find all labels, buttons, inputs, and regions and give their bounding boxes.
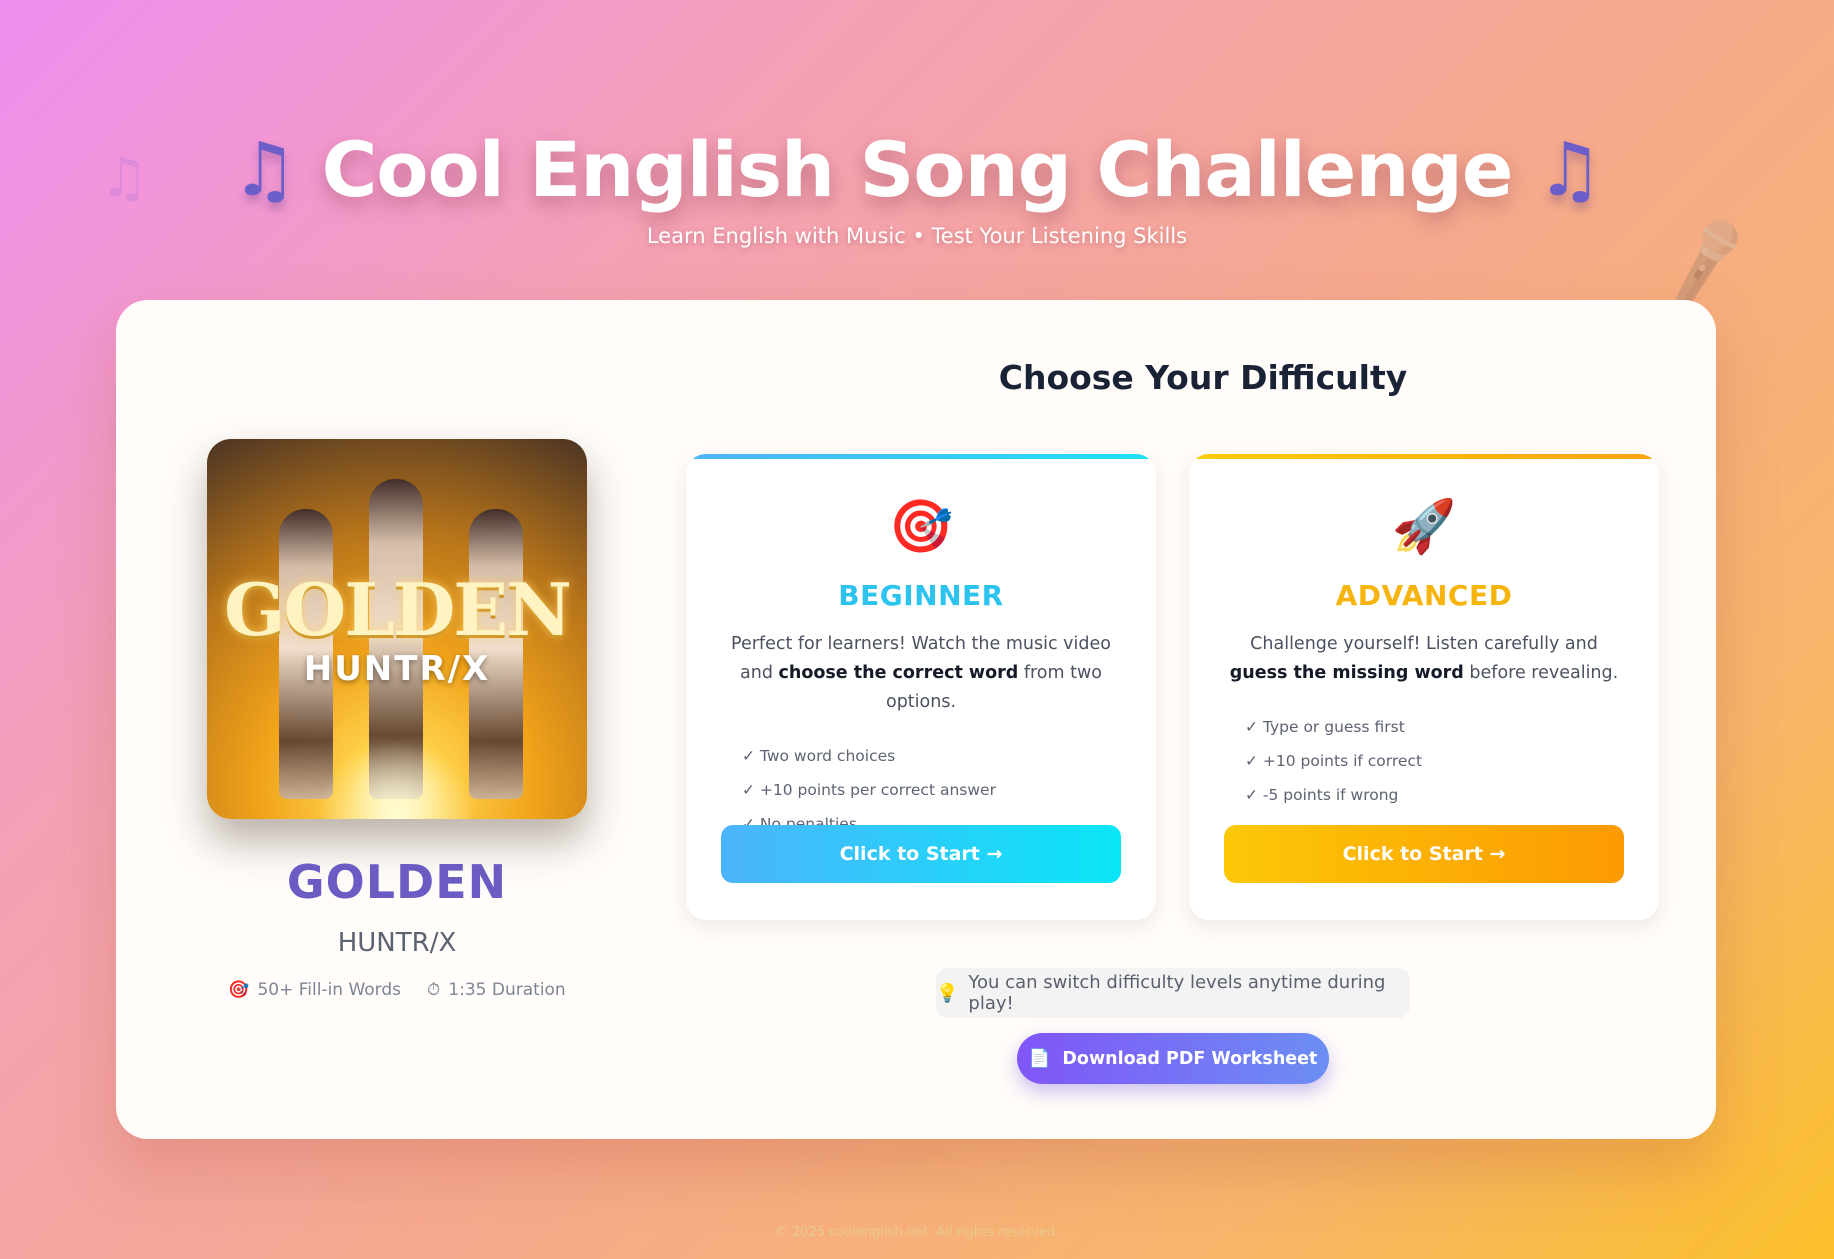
advanced-title: ADVANCED <box>1335 579 1513 612</box>
feature-item: ✓ +10 points if correct <box>1245 752 1423 770</box>
beginner-description-bold: choose the correct word <box>778 663 1019 683</box>
advanced-description: Challenge yourself! Listen carefully and… <box>1224 630 1624 688</box>
page-subtitle: Learn English with Music • Test Your Lis… <box>646 223 1188 248</box>
song-title: GOLDEN <box>286 855 508 909</box>
rocket-icon: 🚀 <box>1391 497 1457 557</box>
song-artist: HUNTR/X <box>337 928 457 958</box>
stopwatch-icon: ⏱ <box>427 980 441 1000</box>
tip-banner: 💡 You can switch difficulty levels anyti… <box>936 968 1410 1018</box>
download-pdf-label: Download PDF Worksheet <box>1062 1048 1318 1069</box>
song-meta: 🎯 50+ Fill-in Words ⏱ 1:35 Duration <box>207 980 587 1000</box>
advanced-start-button[interactable]: Click to Start → <box>1224 825 1624 883</box>
page-header: ♫ Cool English Song Challenge ♫ Learn En… <box>0 128 1834 248</box>
advanced-description-bold: guess the missing word <box>1229 663 1464 683</box>
feature-item: ✓ +10 points per correct answer <box>742 781 996 799</box>
title-row: ♫ Cool English Song Challenge ♫ <box>0 128 1834 212</box>
footer-copyright: © 2025 coolenglish.net. All rights reser… <box>774 1225 1060 1240</box>
tip-text: You can switch difficulty levels anytime… <box>968 972 1386 1014</box>
target-icon: 🎯 <box>228 980 250 1000</box>
advanced-accent-bar <box>1189 454 1659 459</box>
song-meta-words-label: 50+ Fill-in Words <box>257 980 402 1000</box>
document-icon: 📄 <box>1028 1048 1051 1069</box>
difficulty-heading: Choose Your Difficulty <box>998 358 1408 397</box>
feature-item: ✓ Two word choices <box>742 747 896 765</box>
album-cover-title: GOLDEN <box>224 567 572 652</box>
advanced-description-text-end: before revealing. <box>1463 663 1619 683</box>
album-cover: GOLDEN HUNTR/X <box>207 439 587 819</box>
beginner-accent-bar <box>686 454 1156 459</box>
beginner-description: Perfect for learners! Watch the music vi… <box>721 630 1121 717</box>
page-title: Cool English Song Challenge <box>321 125 1514 214</box>
feature-item: ✓ Type or guess first <box>1245 718 1405 736</box>
beginner-start-button[interactable]: Click to Start → <box>721 825 1121 883</box>
advanced-feature-list: ✓ Type or guess first ✓ +10 points if co… <box>1245 710 1659 812</box>
beginner-title: BEGINNER <box>838 579 1004 612</box>
lightbulb-icon: 💡 <box>936 982 959 1004</box>
album-glow <box>317 739 477 819</box>
advanced-description-text: Challenge yourself! Listen carefully and <box>1250 634 1598 654</box>
target-icon: 🎯 <box>888 497 954 557</box>
music-note-icon: ♫ <box>1536 126 1603 213</box>
song-meta-duration: ⏱ 1:35 Duration <box>427 980 566 1000</box>
music-note-icon: ♫ <box>231 126 298 213</box>
song-meta-duration-label: 1:35 Duration <box>448 980 566 1000</box>
beginner-card[interactable]: 🎯 BEGINNER Perfect for learners! Watch t… <box>686 454 1156 920</box>
song-meta-words: 🎯 50+ Fill-in Words <box>228 980 401 1000</box>
album-cover-artist: HUNTR/X <box>303 649 491 689</box>
advanced-card[interactable]: 🚀 ADVANCED Challenge yourself! Listen ca… <box>1189 454 1659 920</box>
main-card: GOLDEN HUNTR/X GOLDEN HUNTR/X 🎯 50+ Fill… <box>116 300 1716 1139</box>
feature-item: ✓ -5 points if wrong <box>1245 786 1399 804</box>
download-pdf-button[interactable]: 📄 Download PDF Worksheet <box>1017 1033 1329 1084</box>
